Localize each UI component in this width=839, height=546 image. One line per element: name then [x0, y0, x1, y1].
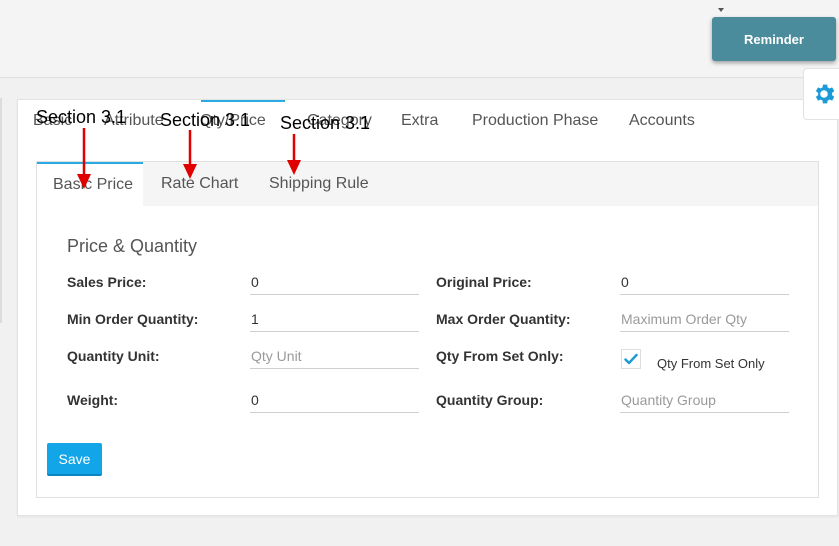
tab-production-phase[interactable]: Production Phase	[472, 112, 598, 130]
subtab-shipping-rule-label: Shipping Rule	[269, 175, 369, 192]
min-order-qty-label: Min Order Quantity:	[67, 311, 199, 327]
annotation-arrow-3	[287, 134, 301, 175]
reminder-notch	[718, 8, 724, 12]
quantity-group-input[interactable]: Quantity Group	[620, 387, 789, 413]
reminder-button[interactable]: Reminder	[712, 17, 836, 61]
original-price-input[interactable]: 0	[620, 269, 789, 295]
subtab-rate-chart-label: Rate Chart	[161, 175, 239, 192]
weight-label: Weight:	[67, 392, 119, 408]
save-button[interactable]: Save	[47, 443, 102, 476]
qty-from-set-label: Qty From Set Only:	[436, 348, 564, 364]
quantity-unit-input[interactable]: Qty Unit	[250, 343, 419, 369]
subtab-basic-price-label: Basic Price	[53, 176, 134, 193]
subtab-rate-chart[interactable]: Rate Chart	[145, 162, 254, 206]
sales-price-input[interactable]: 0	[250, 269, 419, 295]
main-tabs: Basic Attribute Qty/Price Category Extra…	[17, 100, 838, 144]
annotation-label-2: Section 3.1	[160, 110, 251, 130]
subtab-shipping-rule[interactable]: Shipping Rule	[253, 162, 385, 206]
annotation-label-3: Section 3.1	[280, 113, 371, 133]
min-order-qty-input[interactable]: 1	[250, 306, 419, 332]
settings-tab[interactable]	[803, 68, 839, 120]
main-tab-active-indicator	[201, 100, 285, 102]
tab-extra[interactable]: Extra	[401, 112, 438, 130]
checkmark-icon	[624, 353, 638, 365]
section-title: Price & Quantity	[67, 236, 198, 256]
max-order-qty-label: Max Order Quantity:	[436, 311, 571, 327]
tab-accounts[interactable]: Accounts	[629, 112, 695, 130]
qty-from-set-checkbox[interactable]	[621, 349, 641, 369]
sales-price-label: Sales Price:	[67, 274, 147, 290]
weight-input[interactable]: 0	[250, 387, 419, 413]
qty-from-set-checkbox-label: Qty From Set Only	[657, 356, 765, 371]
quantity-group-label: Quantity Group:	[436, 392, 544, 408]
sub-tab-bar: Basic Price Rate Chart Shipping Rule	[37, 162, 818, 206]
annotation-arrow-1	[77, 128, 91, 189]
quantity-unit-label: Quantity Unit:	[67, 348, 160, 364]
left-scroll-edge	[0, 98, 2, 323]
max-order-qty-input[interactable]: Maximum Order Qty	[620, 306, 789, 332]
annotation-arrow-2	[183, 130, 197, 179]
gear-icon	[815, 84, 834, 104]
annotation-label-1: Section 3.1	[36, 107, 127, 127]
original-price-label: Original Price:	[436, 274, 532, 290]
